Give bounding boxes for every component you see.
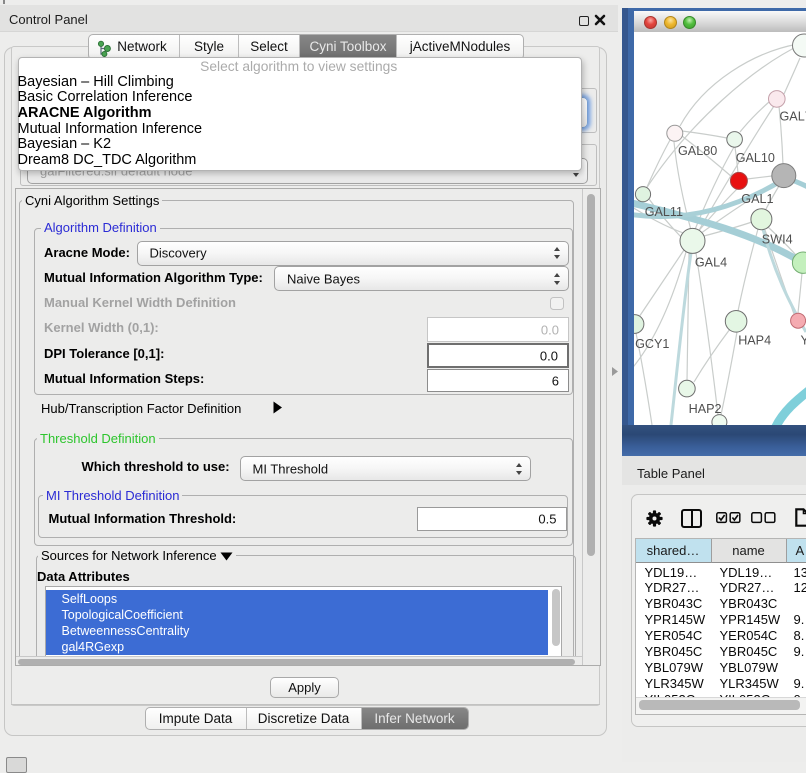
svg-text:GAL11: GAL11 [645, 205, 683, 219]
svg-text:GAL80: GAL80 [678, 144, 717, 158]
svg-text:GAL1: GAL1 [741, 192, 773, 206]
svg-text:Y: Y [801, 334, 806, 348]
svg-text:SWI4: SWI4 [762, 232, 793, 246]
svg-text:GAL7: GAL7 [780, 110, 806, 124]
svg-text:GCY1: GCY1 [635, 337, 669, 351]
svg-text:GAL4: GAL4 [695, 256, 727, 270]
svg-text:GAL10: GAL10 [736, 151, 775, 165]
svg-text:HAP4: HAP4 [738, 334, 771, 348]
svg-text:HAP2: HAP2 [689, 402, 722, 416]
